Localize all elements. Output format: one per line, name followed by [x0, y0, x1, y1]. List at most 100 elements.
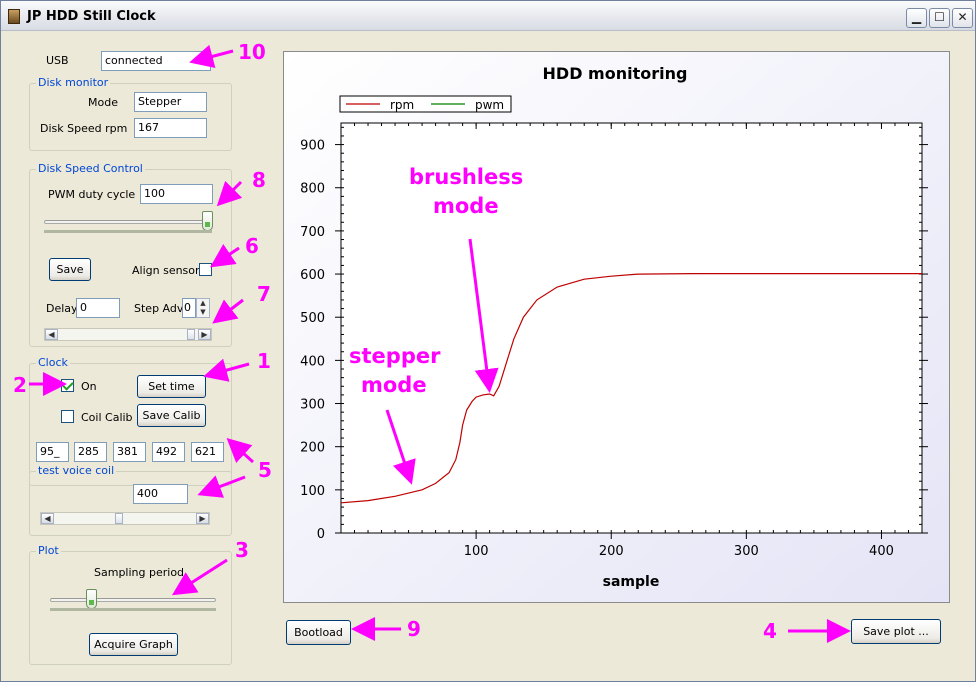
- spin-down-icon[interactable]: ▼: [197, 308, 209, 317]
- annotation-stepper: stepper: [349, 344, 441, 368]
- scrollbar-thumb[interactable]: [115, 513, 123, 524]
- y-tick-label: 900: [300, 139, 325, 154]
- sampling-period-label: Sampling period: [94, 566, 185, 579]
- disk-speed-field[interactable]: 167: [134, 118, 207, 138]
- usb-status-field[interactable]: connected: [101, 51, 211, 71]
- legend-label-rpm: rpm: [390, 98, 414, 112]
- y-tick-label: 200: [300, 441, 325, 456]
- annotation-10: 10: [238, 40, 266, 64]
- step-adv-field[interactable]: 0: [182, 298, 196, 318]
- disk-monitor-title: Disk monitor: [36, 76, 111, 89]
- annotation-2: 2: [13, 373, 27, 397]
- pwm-field[interactable]: 100: [140, 184, 213, 204]
- annotation-stepper-mode: mode: [361, 373, 427, 397]
- align-sensor-label: Align sensor: [132, 264, 200, 277]
- voice-coil-group: test voice coil 400 ◀ ▶: [29, 464, 232, 536]
- sampling-slider-thumb[interactable]: [86, 589, 97, 609]
- disk-monitor-group: Disk monitor Mode Stepper Disk Speed rpm…: [29, 76, 232, 151]
- y-tick-label: 0: [317, 527, 325, 542]
- disk-speed-control-group: Disk Speed Control PWM duty cycle 100 Sa…: [29, 162, 232, 347]
- annotation-8: 8: [252, 168, 266, 192]
- clock-on-checkbox[interactable]: [61, 379, 74, 392]
- y-tick-label: 700: [300, 225, 325, 240]
- clock-on-label: On: [81, 380, 97, 393]
- arrow-5: [226, 437, 255, 464]
- y-tick-label: 400: [300, 354, 325, 369]
- minimize-button[interactable]: ▁: [906, 8, 927, 28]
- acquire-graph-button[interactable]: Acquire Graph: [89, 633, 178, 656]
- step-adv-label: Step Adv: [134, 302, 184, 315]
- voice-coil-scrollbar[interactable]: ◀ ▶: [40, 512, 210, 525]
- annotation-7: 7: [257, 282, 271, 306]
- clock-title: Clock: [36, 356, 70, 369]
- scroll-left-icon[interactable]: ◀: [41, 513, 54, 524]
- window-title: JP HDD Still Clock: [27, 9, 156, 24]
- y-tick-label: 500: [300, 311, 325, 326]
- bootload-button[interactable]: Bootload: [286, 620, 351, 645]
- app-icon: [8, 9, 20, 24]
- annotation-brushless: brushless: [409, 165, 524, 189]
- calib-field-1[interactable]: 95_: [36, 442, 69, 462]
- legend-label-pwm: pwm: [475, 98, 504, 112]
- pwm-label: PWM duty cycle: [48, 188, 136, 201]
- app-window: JP HDD Still Clock ▁ ☐ ✕ USB connected D…: [0, 0, 976, 682]
- save-calib-button[interactable]: Save Calib: [137, 404, 206, 427]
- annotation-3: 3: [235, 538, 249, 562]
- title-bar[interactable]: JP HDD Still Clock ▁ ☐ ✕: [1, 1, 975, 31]
- spin-up-icon[interactable]: ▲: [197, 299, 209, 308]
- x-tick-label: 200: [599, 544, 624, 559]
- disk-speed-scrollbar[interactable]: ◀ ▶: [44, 328, 212, 341]
- x-tick-label: 300: [734, 544, 759, 559]
- disk-speed-label: Disk Speed rpm: [40, 122, 128, 135]
- pwm-slider-ticks: [44, 230, 212, 233]
- save-button[interactable]: Save: [49, 258, 91, 281]
- delay-label: Delay: [46, 302, 78, 315]
- chart-title: HDD monitoring: [543, 64, 688, 83]
- calib-field-4[interactable]: 492: [152, 442, 185, 462]
- scroll-right-icon[interactable]: ▶: [198, 329, 211, 340]
- close-button[interactable]: ✕: [952, 8, 973, 28]
- annotation-1: 1: [257, 349, 271, 373]
- y-tick-label: 100: [300, 484, 325, 499]
- pwm-slider-thumb[interactable]: [202, 211, 213, 231]
- mode-label: Mode: [88, 96, 118, 109]
- delay-field[interactable]: 0: [76, 298, 120, 318]
- usb-label: USB: [46, 54, 69, 67]
- set-time-button[interactable]: Set time: [137, 375, 206, 398]
- align-sensor-checkbox[interactable]: [199, 263, 212, 276]
- annotation-brushless-mode: mode: [433, 194, 499, 218]
- calib-field-5[interactable]: 621: [191, 442, 224, 462]
- window-body: USB connected Disk monitor Mode Stepper …: [5, 32, 971, 678]
- plot-title: Plot: [36, 544, 61, 557]
- scroll-left-icon[interactable]: ◀: [45, 329, 58, 340]
- annotation-4: 4: [763, 619, 777, 643]
- scroll-right-icon[interactable]: ▶: [196, 513, 209, 524]
- calib-field-2[interactable]: 285: [74, 442, 107, 462]
- disk-speed-control-title: Disk Speed Control: [36, 162, 145, 175]
- sampling-slider-ticks: [50, 608, 216, 611]
- sampling-slider-track[interactable]: [50, 598, 216, 602]
- annotation-6: 6: [245, 234, 259, 258]
- annotation-5: 5: [258, 458, 272, 482]
- scrollbar-thumb[interactable]: [187, 329, 195, 340]
- coil-calib-checkbox[interactable]: [61, 410, 74, 423]
- pwm-slider-track[interactable]: [44, 220, 212, 224]
- voice-coil-title: test voice coil: [36, 464, 117, 477]
- y-tick-label: 600: [300, 268, 325, 283]
- coil-calib-label: Coil Calib: [81, 411, 133, 424]
- x-axis-label: sample: [603, 574, 660, 590]
- voice-coil-field[interactable]: 400: [133, 484, 188, 504]
- plot-area: HDD monitoring 100 200 300 400 0 100 200 300 400 5…: [283, 51, 950, 603]
- mode-field[interactable]: Stepper: [134, 92, 207, 112]
- hdd-chart: HDD monitoring 100 200 300 400 0 100 200 300 400 5…: [284, 52, 949, 602]
- x-tick-label: 100: [464, 544, 489, 559]
- plot-group: Plot Sampling period Acquire Graph: [29, 544, 232, 665]
- maximize-button[interactable]: ☐: [929, 8, 950, 28]
- save-plot-button[interactable]: Save plot ...: [851, 619, 941, 644]
- y-tick-label: 800: [300, 182, 325, 197]
- x-tick-label: 400: [869, 544, 894, 559]
- calib-field-3[interactable]: 381: [113, 442, 146, 462]
- y-tick-label: 300: [300, 398, 325, 413]
- annotation-9: 9: [407, 617, 421, 641]
- step-adv-spinner[interactable]: ▲ ▼: [196, 298, 210, 318]
